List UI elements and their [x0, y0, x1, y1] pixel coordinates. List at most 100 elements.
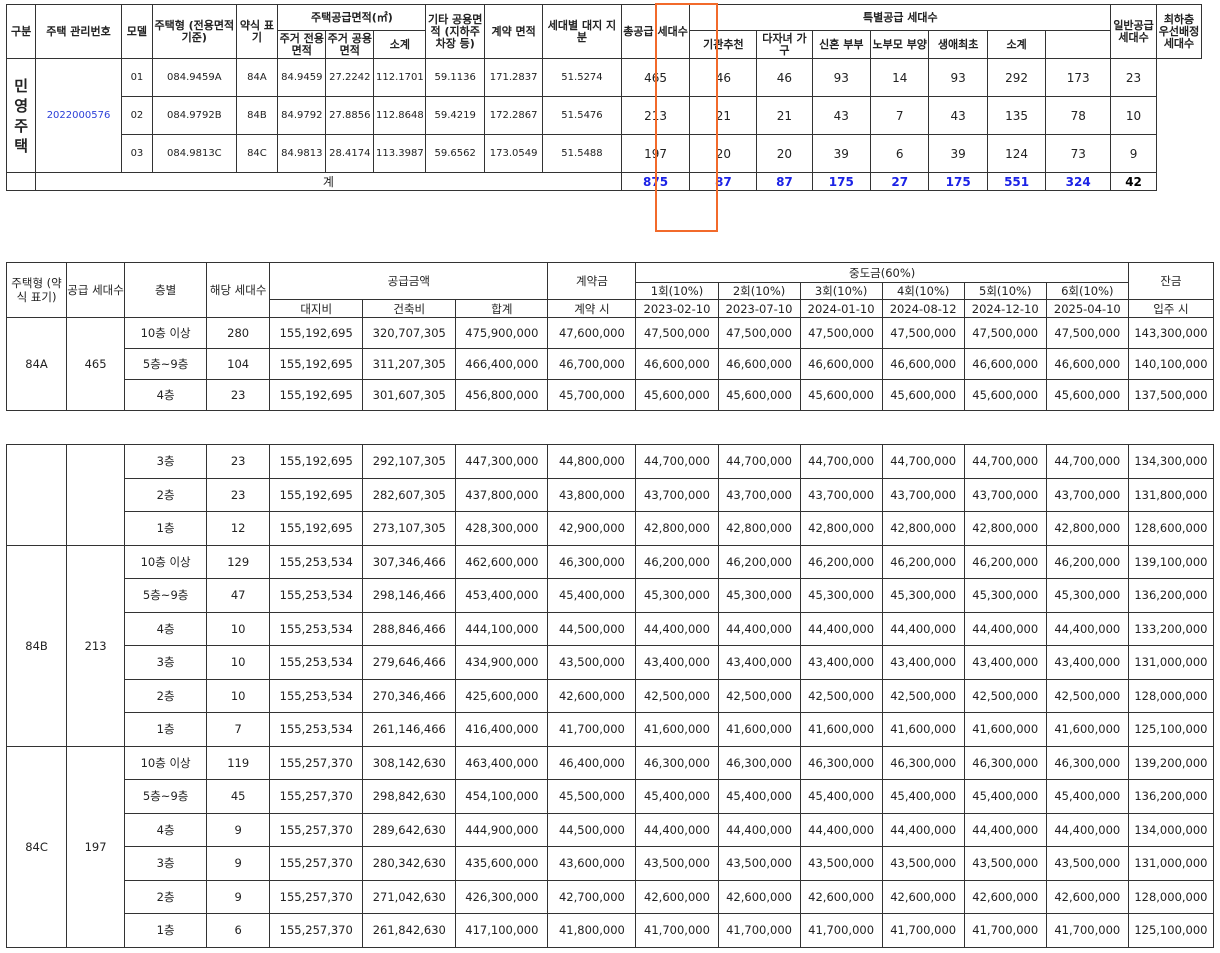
house-type-cell: 084.9792B — [152, 96, 237, 135]
price-row: 5층~9층 45 155,257,370 298,842,630 454,100,000… — [7, 779, 1215, 814]
summary-row: 03 084.9813C 84C 84.9813 28.4174 113.3987 59.6… — [7, 134, 1202, 173]
newlywed-cell: 39 — [811, 134, 872, 173]
region-char: 영 — [14, 96, 29, 115]
price-row: 1층 12 155,192,695 273,107,305 428,300,000 42,… — [7, 511, 1215, 546]
installment-cell: 46,300,000 — [1045, 745, 1129, 780]
region-cell: 민영주택 — [5, 58, 37, 173]
sum-cell: 454,100,000 — [455, 779, 549, 814]
units-cell: 280 — [206, 317, 271, 349]
land-cost-cell: 155,257,370 — [269, 779, 364, 814]
floor-cell: 10층 이상 — [124, 745, 208, 780]
installment-cell: 45,400,000 — [881, 779, 965, 814]
units-cell: 6 — [206, 913, 271, 948]
building-cost-cell: 289,642,630 — [362, 812, 457, 847]
model-cell: 02 — [120, 96, 154, 135]
installment-cell: 45,600,000 — [881, 379, 965, 411]
installment-cell: 44,700,000 — [1045, 444, 1129, 479]
installment-cell: 43,500,000 — [881, 846, 965, 881]
elderly-sum: 27 — [869, 172, 930, 191]
installment-cell: 44,700,000 — [881, 444, 965, 479]
house-type-cell: 084.9459A — [152, 58, 237, 97]
deposit-cell: 44,500,000 — [547, 812, 637, 847]
floor-cell: 5층~9층 — [124, 578, 208, 613]
price-row: 3층 10 155,253,534 279,646,466 434,900,000 43,… — [7, 645, 1215, 680]
header-installment-4: 4회(10%) — [881, 282, 965, 300]
sum-cell: 456,800,000 — [455, 379, 549, 411]
building-cost-cell: 288,846,466 — [362, 611, 457, 646]
balance-cell: 137,500,000 — [1127, 379, 1215, 411]
balance-cell: 128,000,000 — [1127, 879, 1215, 914]
installment-cell: 43,500,000 — [799, 846, 883, 881]
sum-cell: 416,400,000 — [455, 712, 549, 747]
floor-cell: 10층 이상 — [124, 544, 208, 579]
deposit-cell: 42,600,000 — [547, 678, 637, 713]
newlywed-cell: 43 — [811, 96, 872, 135]
type-cell: 84B — [5, 544, 68, 747]
installment-cell: 47,500,000 — [963, 317, 1047, 349]
installment-cell: 46,600,000 — [881, 348, 965, 380]
installment-cell: 42,500,000 — [799, 678, 883, 713]
installment-cell: 45,300,000 — [635, 578, 719, 613]
installment-cell: 46,300,000 — [717, 745, 801, 780]
general-cell: 78 — [1045, 96, 1112, 135]
sum-cell: 434,900,000 — [455, 645, 549, 680]
installment-cell: 41,600,000 — [963, 712, 1047, 747]
installment-cell: 42,600,000 — [717, 879, 801, 914]
land-share-cell: 51.5476 — [542, 96, 622, 135]
installment-cell: 41,700,000 — [717, 913, 801, 948]
general-sum: 324 — [1045, 172, 1112, 191]
header-deposit-when: 계약 시 — [547, 299, 637, 318]
deposit-cell: 45,400,000 — [547, 578, 637, 613]
land-cost-cell: 155,257,370 — [269, 745, 364, 780]
common-area-cell: 27.2242 — [325, 58, 375, 97]
installment-cell: 44,700,000 — [963, 444, 1047, 479]
deposit-cell: 44,800,000 — [547, 444, 637, 479]
floor-cell: 4층 — [124, 812, 208, 847]
installment-cell: 45,300,000 — [717, 578, 801, 613]
price-row: 3층 9 155,257,370 280,342,630 435,600,000 43,6… — [7, 846, 1215, 881]
header-house-type: 주택형 (전용면적 기준) — [152, 4, 237, 59]
building-cost-cell: 298,842,630 — [362, 779, 457, 814]
building-cost-cell: 270,346,466 — [362, 678, 457, 713]
sum-cell: 417,100,000 — [455, 913, 549, 948]
installment-cell: 41,700,000 — [963, 913, 1047, 948]
price-row: 84C 197 10층 이상 119 155,257,370 308,142,630 463… — [5, 745, 1215, 948]
newlywed-cell: 93 — [811, 58, 872, 97]
header-first-life: 생애최초 — [928, 30, 988, 59]
installment-cell: 46,600,000 — [963, 348, 1047, 380]
installment-cell: 41,700,000 — [881, 913, 965, 948]
first-life-sum: 175 — [928, 172, 988, 191]
land-share-cell: 51.5488 — [542, 134, 622, 173]
land-cost-cell: 155,253,534 — [269, 678, 364, 713]
units-cell: 119 — [206, 745, 271, 780]
deposit-cell: 46,700,000 — [547, 348, 637, 380]
installment-cell: 45,300,000 — [799, 578, 883, 613]
building-cost-cell: 298,146,466 — [362, 578, 457, 613]
installment-cell: 46,300,000 — [963, 745, 1047, 780]
total-label: 계 — [35, 172, 622, 191]
header-installment-date-2: 2023-07-10 — [717, 299, 801, 318]
installment-cell: 46,200,000 — [963, 544, 1047, 579]
supply-count-cell: 213 — [66, 544, 126, 747]
units-cell: 10 — [206, 645, 271, 680]
lowest-floor-cell: 10 — [1110, 96, 1158, 135]
units-cell: 23 — [206, 477, 271, 512]
installment-cell: 42,800,000 — [963, 511, 1047, 546]
header-agency: 기관추천 — [689, 30, 758, 59]
balance-cell: 136,200,000 — [1127, 578, 1215, 613]
special-subtotal-sum: 551 — [986, 172, 1047, 191]
agency-sum: 87 — [689, 172, 758, 191]
installment-cell: 45,400,000 — [635, 779, 719, 814]
installment-cell: 41,600,000 — [1045, 712, 1129, 747]
installment-cell: 43,500,000 — [1045, 846, 1129, 881]
price-row: 3층 23 155,192,695 292,107,305 447,300,000 44,… — [5, 444, 1215, 546]
installment-cell: 44,400,000 — [881, 812, 965, 847]
installment-cell: 45,600,000 — [1045, 379, 1129, 411]
total-spacer — [5, 172, 37, 191]
price-table-continued: 3층 23 155,192,695 292,107,305 447,300,000 44,… — [5, 444, 1215, 948]
contract-area-cell: 173.0549 — [483, 134, 544, 173]
header-installment-1: 1회(10%) — [635, 282, 719, 300]
lowest-floor-sum: 42 — [1110, 172, 1158, 191]
installment-cell: 44,400,000 — [799, 611, 883, 646]
building-cost-cell: 271,042,630 — [362, 879, 457, 914]
